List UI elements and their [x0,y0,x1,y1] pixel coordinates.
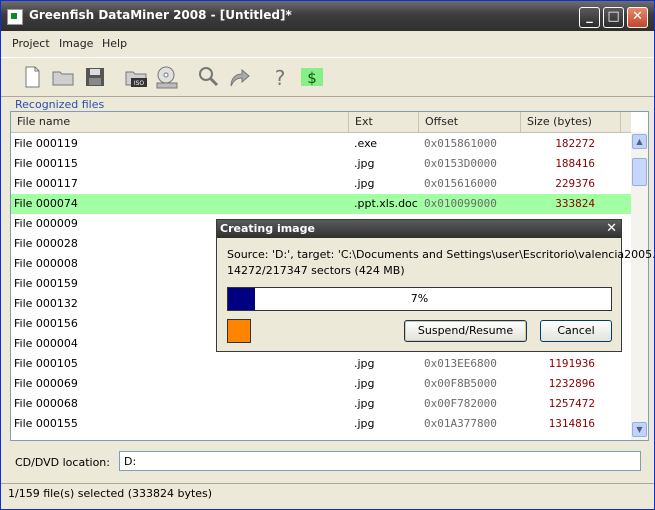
creating-image-dialog: Creating image ✕ Source: 'D:', target: '… [216,219,654,352]
column-header-name[interactable]: File name [11,112,349,132]
cell-offset: 0x00F782000 [424,397,497,410]
progress-bar: 7% [227,287,612,311]
scroll-thumb[interactable] [632,158,647,186]
progress-percent: 7% [410,292,429,305]
cell-file-name: File 000068 [14,397,78,410]
column-header-size[interactable]: Size (bytes) [521,112,621,132]
cell-ext: .jpg [354,397,375,410]
cell-size: 229376 [555,177,595,190]
cell-offset: 0x0153D0000 [424,157,497,170]
table-row[interactable]: File 000115 .jpg 0x0153D0000 188416 [11,154,631,174]
menu-image[interactable]: Image [59,37,93,50]
help-question-icon[interactable]: ? [267,64,293,90]
suspend-resume-button[interactable]: Suspend/Resume [404,320,527,342]
app-icon [7,9,23,25]
dialog-close-button[interactable]: ✕ [606,221,617,236]
cell-size: 1191936 [548,357,595,370]
cell-ext: .ppt.xls.doc [354,197,418,210]
cell-file-name: File 000074 [14,197,78,210]
arrow-forward-icon[interactable] [226,64,252,90]
cell-offset: 0x01A377800 [424,417,497,430]
donate-dollar-icon[interactable]: $ [299,64,325,90]
cell-ext: .exe [354,137,378,150]
table-row[interactable]: File 000069 .jpg 0x00F8B5000 1232896 [11,374,631,394]
cell-ext: .jpg [354,157,375,170]
cell-size: 182272 [555,137,595,150]
cell-size: 1232896 [548,377,595,390]
new-document-icon[interactable] [19,64,45,90]
svg-text:$: $ [307,69,317,87]
maximize-button[interactable]: □ [603,7,624,28]
cell-ext: .jpg [354,377,375,390]
cell-file-name: File 000117 [14,177,78,190]
title-bar[interactable]: Greenfish DataMiner 2008 - [Untitled]* _… [1,1,654,31]
menu-help[interactable]: Help [102,37,127,50]
cell-offset: 0x00F8B5000 [424,377,497,390]
dialog-title-bar[interactable]: Creating image ✕ [217,220,621,238]
cell-offset: 0x015616000 [424,177,497,190]
scroll-up-icon[interactable]: ▲ [632,134,647,149]
cancel-button[interactable]: Cancel [540,320,612,342]
sectors-progress-text: 14272/217347 sectors (424 MB) [227,264,405,277]
cell-offset: 0x015861000 [424,137,497,150]
scroll-down-icon[interactable]: ▼ [632,422,647,437]
save-disk-icon[interactable] [82,64,108,90]
table-row[interactable]: File 000105 .jpg 0x013EE6800 1191936 [11,354,631,374]
toolbar: ISO ? $ [1,57,654,97]
cell-file-name: File 000069 [14,377,78,390]
minimize-button[interactable]: _ [579,7,600,28]
status-bar: 1/159 file(s) selected (333824 bytes) [1,483,654,506]
iso-image-icon[interactable]: ISO [123,64,149,90]
cell-size: 188416 [555,157,595,170]
status-text: 1/159 file(s) selected (333824 bytes) [8,487,213,500]
cd-location-label: CD/DVD location: [15,456,110,469]
cd-location-input[interactable] [119,451,641,471]
cell-file-name: File 000155 [14,417,78,430]
cell-size: 1314816 [548,417,595,430]
status-color-swatch [227,319,251,343]
cell-offset: 0x013EE6800 [424,357,497,370]
column-header-ext[interactable]: Ext [349,112,419,132]
table-row[interactable]: File 000155 .jpg 0x01A377800 1314816 [11,414,631,434]
recognized-files-label: Recognized files [15,98,105,111]
table-row[interactable]: File 000117 .jpg 0x015616000 229376 [11,174,631,194]
vertical-scrollbar[interactable]: ▲ ▼ [631,132,648,440]
cell-ext: .jpg [354,357,375,370]
dialog-title: Creating image [220,222,315,235]
cell-size: 1257472 [548,397,595,410]
source-target-text: Source: 'D:', target: 'C:\Documents and … [227,248,655,261]
cell-size: 333824 [555,197,595,210]
cell-ext: .jpg [354,417,375,430]
svg-text:?: ? [275,66,286,90]
cell-offset: 0x010099000 [424,197,497,210]
table-row[interactable]: File 000068 .jpg 0x00F782000 1257472 [11,394,631,414]
menu-project[interactable]: Project [12,37,50,50]
disc-drive-icon[interactable] [154,64,180,90]
close-button[interactable]: ✕ [627,7,648,28]
column-header-offset[interactable]: Offset [419,112,521,132]
app-window: Greenfish DataMiner 2008 - [Untitled]* _… [0,0,655,510]
svg-text:ISO: ISO [134,80,145,87]
table-row[interactable]: File 000119 .exe 0x015861000 182272 [11,134,631,154]
cell-file-name: File 000115 [14,157,78,170]
cell-file-name: File 000105 [14,357,78,370]
cell-file-name: File 000119 [14,137,78,150]
table-row-selected[interactable]: File 000074 .ppt.xls.doc 0x010099000 333… [11,194,631,214]
menu-bar: Project Image Help [1,34,654,54]
column-headers: File name Ext Offset Size (bytes) [11,112,631,133]
window-title: Greenfish DataMiner 2008 - [Untitled]* [29,8,292,22]
open-folder-icon[interactable] [50,64,76,90]
magnifier-icon[interactable] [195,64,221,90]
cell-ext: .jpg [354,177,375,190]
